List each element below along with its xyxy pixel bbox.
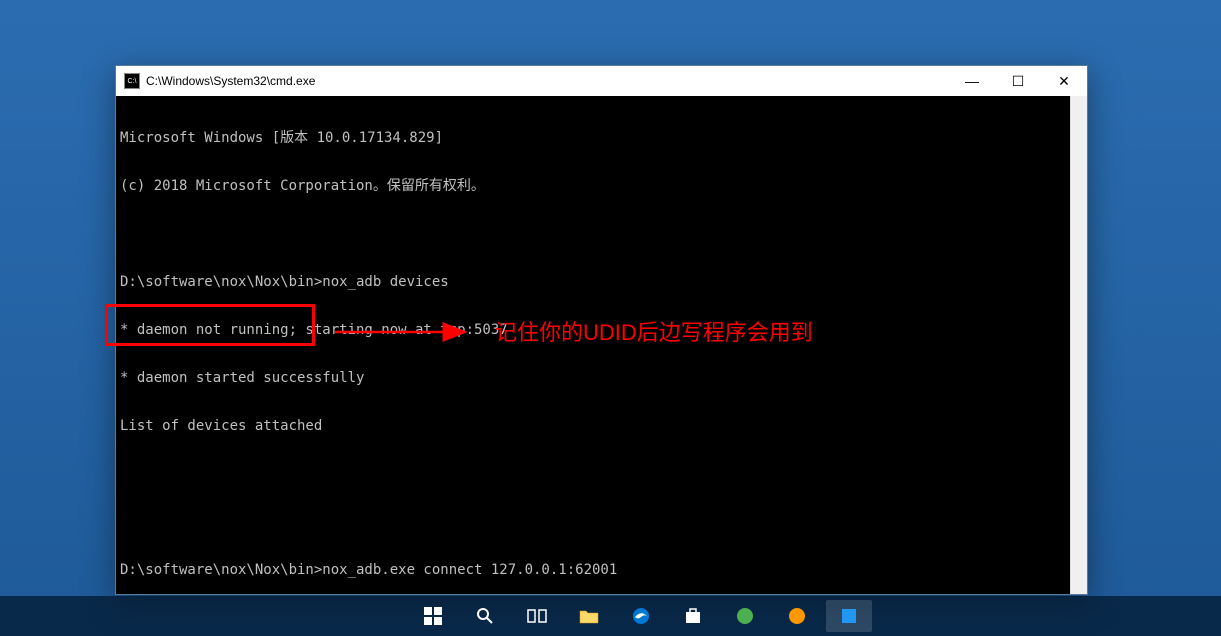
vertical-scrollbar[interactable] bbox=[1070, 96, 1087, 594]
taskbar-explorer-button[interactable] bbox=[566, 600, 612, 632]
folder-icon bbox=[579, 608, 599, 624]
windows-logo-icon bbox=[424, 607, 442, 625]
maximize-button[interactable]: ☐ bbox=[995, 66, 1041, 96]
minimize-button[interactable]: — bbox=[949, 66, 995, 96]
taskbar-app2-button[interactable] bbox=[774, 600, 820, 632]
terminal-line bbox=[120, 466, 1083, 482]
window-title: C:\Windows\System32\cmd.exe bbox=[146, 74, 315, 88]
taskbar-taskview-button[interactable] bbox=[514, 600, 560, 632]
taskview-icon bbox=[527, 608, 547, 624]
taskbar-app-button[interactable] bbox=[722, 600, 768, 632]
store-icon bbox=[684, 607, 702, 625]
edge-icon bbox=[632, 607, 650, 625]
close-button[interactable]: ✕ bbox=[1041, 66, 1087, 96]
terminal-line: (c) 2018 Microsoft Corporation。保留所有权利。 bbox=[120, 178, 1083, 194]
terminal-output[interactable]: Microsoft Windows [版本 10.0.17134.829] (c… bbox=[116, 96, 1087, 594]
cmd-icon: C:\ bbox=[124, 73, 140, 89]
title-bar[interactable]: C:\ C:\Windows\System32\cmd.exe — ☐ ✕ bbox=[116, 66, 1087, 96]
terminal-line bbox=[120, 226, 1083, 242]
terminal-line: * daemon not running; starting now at tc… bbox=[120, 322, 1083, 338]
window-controls: — ☐ ✕ bbox=[949, 66, 1087, 96]
taskbar-store-button[interactable] bbox=[670, 600, 716, 632]
taskbar-start-button[interactable] bbox=[410, 600, 456, 632]
app3-icon bbox=[840, 607, 858, 625]
terminal-line bbox=[120, 514, 1083, 530]
terminal-line: * daemon started successfully bbox=[120, 370, 1083, 386]
taskbar-search-button[interactable] bbox=[462, 600, 508, 632]
search-icon bbox=[476, 607, 494, 625]
app2-icon bbox=[788, 607, 806, 625]
taskbar-app3-button[interactable] bbox=[826, 600, 872, 632]
taskbar[interactable] bbox=[0, 596, 1221, 636]
app-icon bbox=[736, 607, 754, 625]
terminal-line: D:\software\nox\Nox\bin>nox_adb devices bbox=[120, 274, 1083, 290]
terminal-line: List of devices attached bbox=[120, 418, 1083, 434]
taskbar-edge-button[interactable] bbox=[618, 600, 664, 632]
terminal-line: Microsoft Windows [版本 10.0.17134.829] bbox=[120, 130, 1083, 146]
terminal-line: D:\software\nox\Nox\bin>nox_adb.exe conn… bbox=[120, 562, 1083, 578]
cmd-window: C:\ C:\Windows\System32\cmd.exe — ☐ ✕ Mi… bbox=[115, 65, 1088, 595]
